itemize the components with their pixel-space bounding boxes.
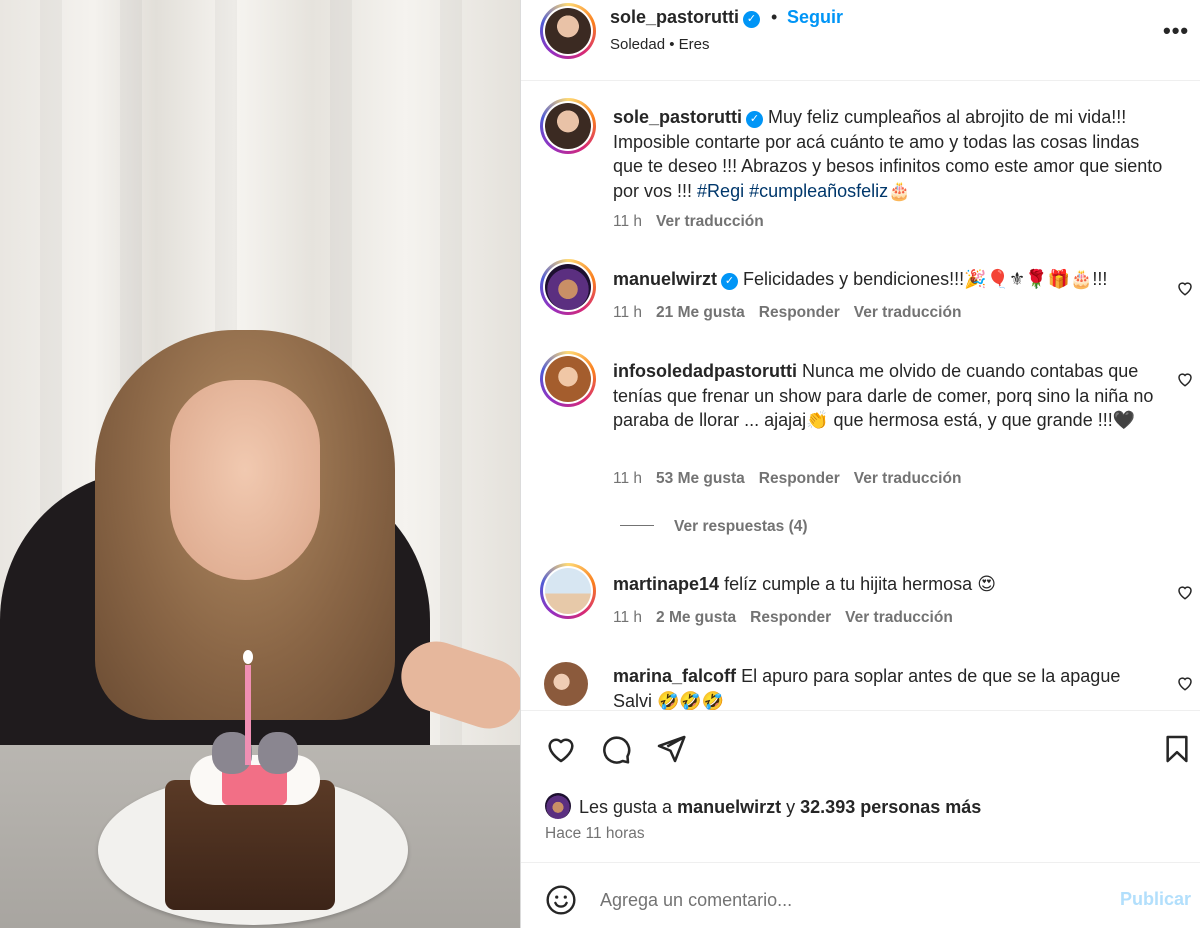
header-divider	[521, 80, 1200, 81]
comment-username[interactable]: marina_falcoff	[613, 666, 736, 686]
macaron	[258, 732, 298, 774]
caption-avatar[interactable]	[540, 98, 596, 154]
comment-username[interactable]: infosoledadpastorutti	[613, 361, 797, 381]
comment-text: felíz cumple a tu hijita hermosa 😍	[724, 574, 996, 594]
replies-line	[620, 525, 654, 526]
comment-avatar[interactable]	[540, 259, 596, 315]
comment-time[interactable]: 11 h	[613, 470, 642, 487]
caption-meta: 11 h Ver traducción	[613, 213, 778, 231]
comment-username[interactable]: manuelwirzt	[613, 269, 717, 289]
reply-link[interactable]: Responder	[759, 304, 840, 321]
comment-icon[interactable]	[600, 733, 632, 765]
header-dot: •	[771, 7, 778, 27]
comment-avatar[interactable]	[540, 351, 596, 407]
comment-text: Felicidades y bendiciones!!!🎉🎈⚜🌹🎁🎂!!!	[743, 269, 1108, 289]
more-horizontal-icon[interactable]: •••	[1163, 18, 1189, 44]
comment-avatar[interactable]	[540, 563, 596, 619]
caption-username[interactable]: sole_pastorutti	[613, 107, 742, 127]
comment: martinape14 felíz cumple a tu hijita her…	[613, 572, 1163, 597]
comments-scroll[interactable]: sole_pastorutti ✓ Muy feliz cumpleaños al…	[521, 82, 1200, 710]
header-subtitle[interactable]: Soledad • Eres	[610, 36, 709, 53]
likes-summary[interactable]: Les gusta a manuelwirzt y 32.393 persona…	[545, 793, 981, 819]
heart-icon[interactable]	[545, 733, 577, 765]
comment-likes[interactable]: 2 Me gusta	[656, 609, 736, 626]
comment-likes[interactable]: 21 Me gusta	[656, 304, 745, 321]
verified-badge-icon: ✓	[721, 273, 739, 290]
translate-link[interactable]: Ver traducción	[854, 470, 962, 487]
caption-time[interactable]: 11 h	[613, 213, 642, 230]
view-replies-button[interactable]: Ver respuestas (4)	[620, 518, 808, 536]
comment-meta: 11 h 53 Me gusta Responder Ver traducción	[613, 470, 975, 488]
comment-like-heart-icon[interactable]	[1176, 370, 1194, 388]
candle	[245, 665, 251, 765]
composer-divider	[521, 862, 1200, 863]
translate-link[interactable]: Ver traducción	[845, 609, 953, 626]
comment-like-heart-icon[interactable]	[1176, 279, 1194, 297]
comment-meta: 11 h 2 Me gusta Responder Ver traducción	[613, 609, 967, 627]
comment-time[interactable]: 11 h	[613, 609, 642, 626]
post-time[interactable]: Hace 11 horas	[545, 825, 645, 843]
bookmark-icon[interactable]	[1161, 733, 1193, 765]
follow-button[interactable]: Seguir	[787, 7, 843, 28]
caption: sole_pastorutti ✓ Muy feliz cumpleaños al…	[613, 105, 1163, 203]
comment-meta: 11 h 21 Me gusta Responder Ver traducción	[613, 304, 975, 322]
comment: manuelwirzt ✓ Felicidades y bendiciones!!…	[613, 267, 1163, 292]
liker-username[interactable]: manuelwirzt	[677, 797, 781, 817]
send-icon[interactable]	[655, 733, 687, 765]
reply-link[interactable]: Responder	[759, 470, 840, 487]
translate-link[interactable]: Ver traducción	[656, 213, 764, 230]
comment-like-heart-icon[interactable]	[1176, 583, 1194, 601]
candle-flame	[243, 650, 253, 664]
author-avatar[interactable]	[540, 3, 596, 59]
comment-time[interactable]: 11 h	[613, 304, 642, 321]
comment: marina_falcoff El apuro para soplar ante…	[613, 664, 1163, 710]
verified-badge-icon: ✓	[746, 111, 764, 128]
verified-badge-icon: ✓	[743, 11, 761, 28]
comment-like-heart-icon[interactable]	[1176, 674, 1194, 692]
post-media[interactable]	[0, 0, 520, 928]
comment: infosoledadpastorutti Nunca me olvido de…	[613, 359, 1163, 433]
comment-avatar[interactable]	[544, 662, 588, 706]
publish-button[interactable]: Publicar	[1120, 889, 1191, 910]
liker-avatar	[545, 793, 571, 819]
likes-others[interactable]: 32.393 personas más	[800, 797, 981, 817]
actions-divider	[521, 710, 1200, 711]
girl-face	[170, 380, 320, 580]
comment-input[interactable]	[600, 886, 1100, 914]
reply-link[interactable]: Responder	[750, 609, 831, 626]
translate-link[interactable]: Ver traducción	[854, 304, 962, 321]
caption-hashtags[interactable]: #Regi #cumpleañosfeliz🎂	[697, 181, 911, 201]
comment-likes[interactable]: 53 Me gusta	[656, 470, 745, 487]
comment-username[interactable]: martinape14	[613, 574, 719, 594]
emoji-icon[interactable]	[545, 884, 577, 916]
author-username[interactable]: sole_pastorutti ✓	[610, 7, 761, 28]
